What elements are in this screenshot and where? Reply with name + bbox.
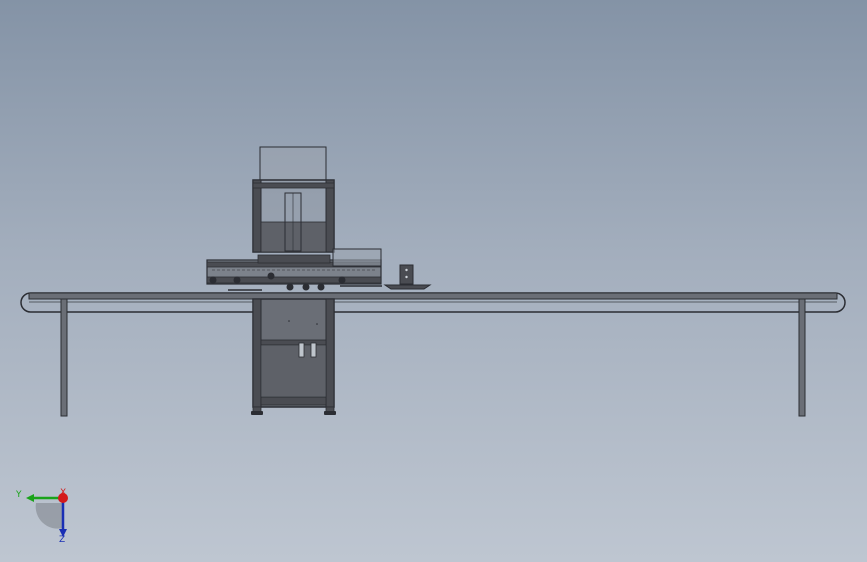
- orientation-triad[interactable]: Y X Z: [15, 488, 68, 545]
- triad-x-label: X: [60, 488, 66, 498]
- conveyor-leg-right: [798, 298, 806, 417]
- triad-z-label: Z: [59, 535, 65, 545]
- cad-viewport[interactable]: Y X Z: [0, 0, 867, 562]
- machine-drawing: Y X Z: [15, 146, 846, 545]
- triad-y-label: Y: [15, 490, 22, 500]
- lower-cabinet: [252, 298, 335, 408]
- side-fixture: [383, 264, 432, 290]
- carriage-assembly: [206, 248, 382, 291]
- conveyor-leg-left: [60, 298, 68, 417]
- top-hopper: [259, 146, 327, 184]
- conveyor-belt: [20, 292, 846, 313]
- triad-y-arrowhead: [26, 494, 34, 502]
- cabinet-feet: [251, 406, 336, 415]
- upper-frame: [252, 179, 335, 253]
